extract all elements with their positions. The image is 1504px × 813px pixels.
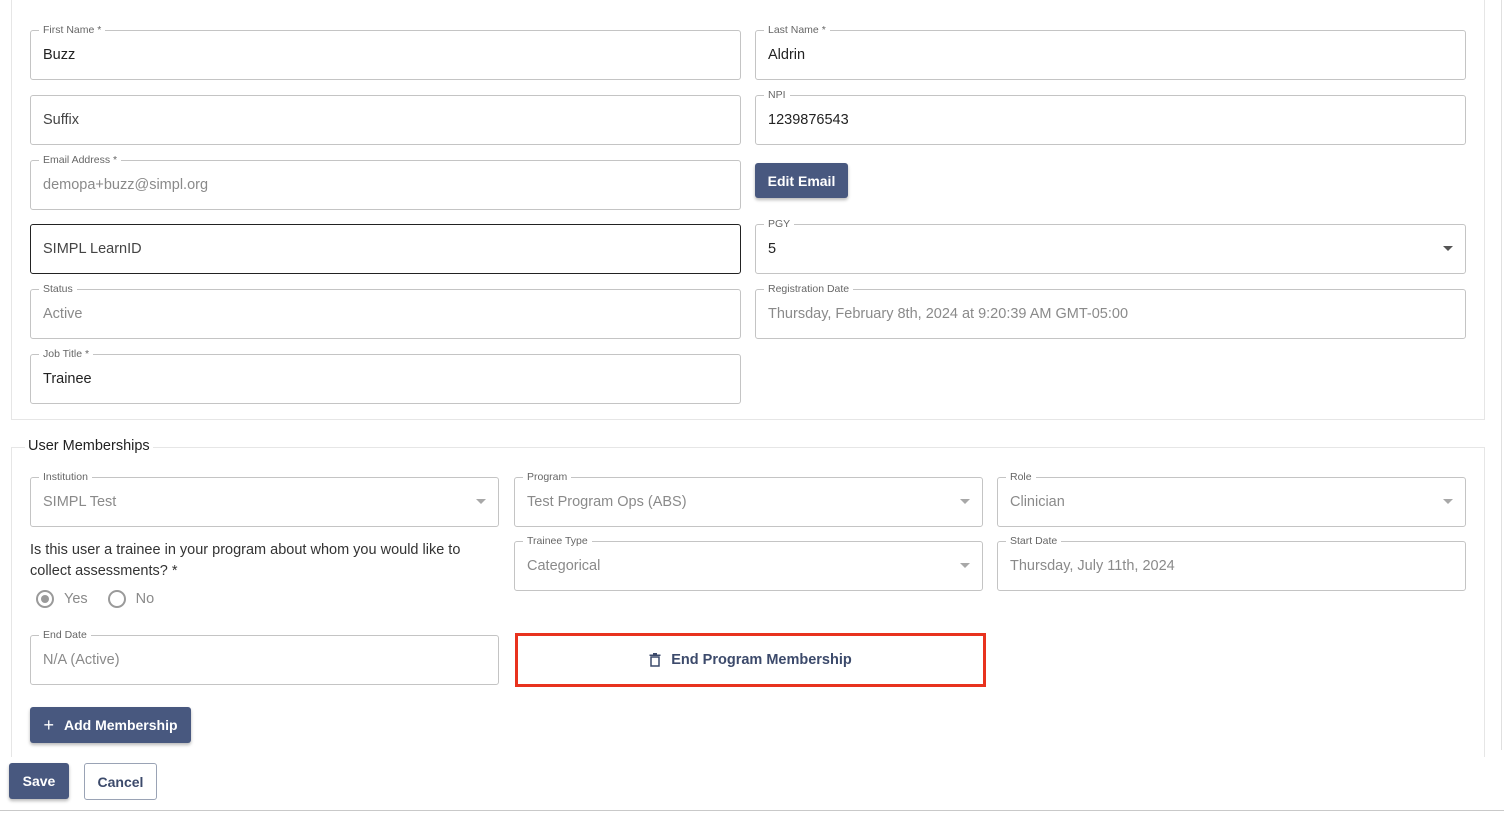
pgy-select[interactable]: PGY 5 (755, 217, 1466, 274)
add-membership-label: Add Membership (63, 717, 178, 733)
npi-field[interactable]: NPI 1239876543 (755, 88, 1466, 145)
end-program-membership-button[interactable]: End Program Membership (515, 633, 986, 687)
radio-checked-icon (36, 590, 54, 608)
status-value: Active (43, 306, 83, 322)
suffix-field[interactable]: Suffix (30, 95, 741, 145)
start-date-value: Thursday, July 11th, 2024 (1010, 558, 1175, 574)
chevron-down-icon (1443, 246, 1453, 251)
end-date-field: End Date N/A (Active) (30, 628, 499, 685)
email-field: Email Address * demopa+buzz@simpl.org (30, 153, 741, 210)
status-field: Status Active (30, 282, 741, 339)
institution-select: Institution SIMPL Test (30, 470, 499, 527)
user-edit-page: First Name * Buzz Last Name * Aldrin Suf… (0, 0, 1504, 813)
last-name-value: Aldrin (768, 47, 806, 63)
pgy-value: 5 (768, 241, 777, 257)
radio-no-label: No (135, 591, 155, 607)
npi-value: 1239876543 (768, 112, 849, 128)
end-date-value: N/A (Active) (43, 652, 120, 668)
registration-date-field: Registration Date Thursday, February 8th… (755, 282, 1466, 339)
radio-unchecked-icon (107, 590, 126, 608)
edit-email-button[interactable]: Edit Email (755, 163, 848, 198)
registration-date-value: Thursday, February 8th, 2024 at 9:20:39 … (768, 306, 1129, 322)
end-program-membership-label: End Program Membership (671, 652, 852, 668)
memberships-title: User Memberships (25, 438, 153, 454)
save-button[interactable]: Save (9, 763, 69, 799)
trainee-radio-group: Yes No (36, 590, 174, 608)
last-name-field[interactable]: Last Name * Aldrin (755, 23, 1466, 80)
role-value: Clinician (1010, 494, 1065, 510)
chevron-down-icon (960, 499, 970, 504)
footer-divider (0, 810, 1504, 811)
scroll-edge (1501, 0, 1502, 750)
chevron-down-icon (960, 563, 970, 568)
radio-no[interactable]: No (107, 590, 155, 608)
chevron-down-icon (1443, 499, 1453, 504)
radio-yes[interactable]: Yes (36, 590, 88, 608)
role-select: Role Clinician (997, 470, 1466, 527)
institution-value: SIMPL Test (43, 494, 117, 510)
plus-icon: + (43, 715, 54, 735)
first-name-value: Buzz (43, 47, 76, 63)
learn-id-field[interactable]: SIMPL LearnID (30, 224, 741, 274)
add-membership-button[interactable]: + Add Membership (30, 707, 191, 743)
chevron-down-icon (476, 499, 486, 504)
job-title-value: Trainee (43, 371, 92, 387)
job-title-field[interactable]: Job Title * Trainee (30, 347, 741, 404)
program-select: Program Test Program Ops (ABS) (514, 470, 983, 527)
first-name-field[interactable]: First Name * Buzz (30, 23, 741, 80)
trainee-type-value: Categorical (527, 558, 601, 574)
trash-icon (649, 653, 661, 667)
radio-yes-label: Yes (64, 591, 88, 607)
email-value: demopa+buzz@simpl.org (43, 177, 209, 193)
learn-id-placeholder: SIMPL LearnID (43, 241, 142, 257)
trainee-type-select: Trainee Type Categorical (514, 534, 983, 591)
start-date-field: Start Date Thursday, July 11th, 2024 (997, 534, 1466, 591)
trainee-question: Is this user a trainee in your program a… (30, 542, 461, 579)
program-value: Test Program Ops (ABS) (527, 494, 687, 510)
cancel-button[interactable]: Cancel (84, 763, 157, 800)
suffix-placeholder: Suffix (43, 112, 80, 128)
